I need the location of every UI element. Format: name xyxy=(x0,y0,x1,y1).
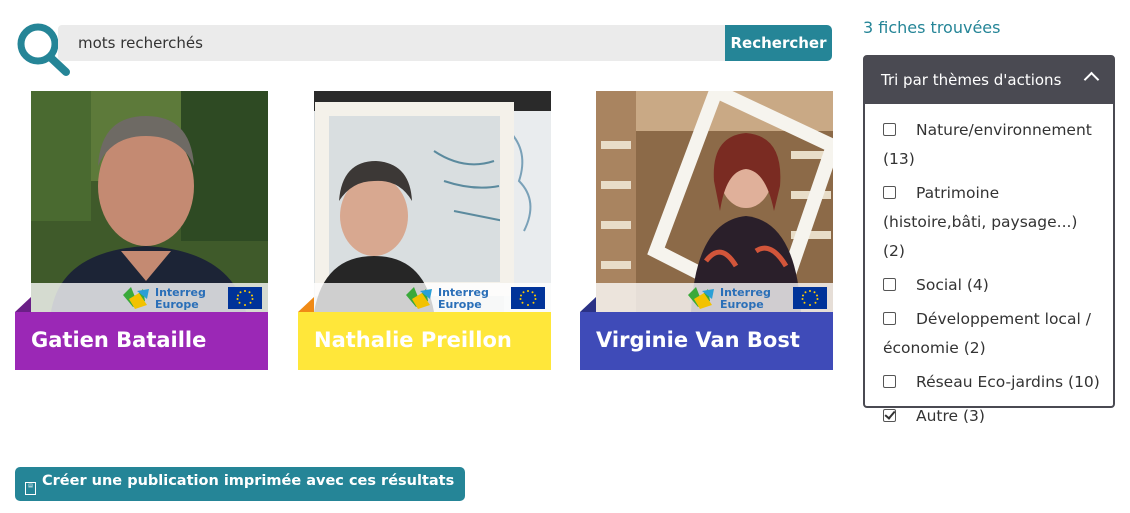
interreg-logo-text-2: Europe xyxy=(720,298,764,310)
search-input[interactable] xyxy=(58,25,740,61)
checkbox-icon[interactable] xyxy=(883,123,896,136)
eu-flag-icon xyxy=(228,287,262,309)
logo-strip: Interreg Europe xyxy=(31,283,268,312)
filter-item[interactable]: Développement local / économie (2) xyxy=(883,305,1103,363)
checkbox-checked-icon[interactable] xyxy=(883,409,896,422)
card-name[interactable]: Gatien Bataille xyxy=(15,312,268,370)
checkbox-icon[interactable] xyxy=(883,375,896,388)
filter-item[interactable]: Nature/environnement (13) xyxy=(883,116,1103,174)
create-print-publication-button[interactable]: ▤ Créer une publication imprimée avec ces… xyxy=(15,467,466,501)
interreg-logo-text-2: Europe xyxy=(438,298,482,310)
interreg-logo-text-2: Europe xyxy=(155,298,199,310)
eu-flag-icon xyxy=(511,287,545,309)
theme-filter-panel: Tri par thèmes d'actions Nature/environn… xyxy=(863,55,1115,425)
filter-item-label: Social (4) xyxy=(916,276,989,294)
logo-strip: Interreg Europe xyxy=(596,283,833,312)
chevron-up-icon[interactable] xyxy=(1083,71,1100,88)
search-bar: Rechercher xyxy=(14,20,832,76)
interreg-logo: Interreg Europe xyxy=(688,286,771,310)
person-card[interactable]: Interreg Europe Virginie Van Bost xyxy=(580,91,833,370)
search-field-wrapper xyxy=(58,25,740,61)
person-photo: Interreg Europe xyxy=(596,91,833,312)
filter-item[interactable]: Réseau Eco-jardins (10) xyxy=(883,368,1103,397)
person-card[interactable]: Interreg Europe Nathalie Preillon xyxy=(298,91,551,370)
filter-item-label: Autre (3) xyxy=(916,407,985,425)
interreg-logo: Interreg Europe xyxy=(123,286,206,310)
checkbox-icon[interactable] xyxy=(883,186,896,199)
person-photo: Interreg Europe xyxy=(31,91,268,312)
filter-title: Tri par thèmes d'actions xyxy=(881,71,1062,89)
interreg-logo: Interreg Europe xyxy=(406,286,489,310)
card-name[interactable]: Virginie Van Bost xyxy=(580,312,833,370)
card-fold xyxy=(298,297,314,312)
filter-item-label: Réseau Eco-jardins (10) xyxy=(916,373,1100,391)
checkbox-icon[interactable] xyxy=(883,312,896,325)
filter-list: Nature/environnement (13) Patrimoine (hi… xyxy=(865,104,1113,431)
logo-strip: Interreg Europe xyxy=(314,283,551,312)
filter-item[interactable]: Autre (3) xyxy=(883,402,1103,431)
checkbox-icon[interactable] xyxy=(883,278,896,291)
card-name[interactable]: Nathalie Preillon xyxy=(298,312,551,370)
person-photo: Interreg Europe xyxy=(314,91,551,312)
filter-header[interactable]: Tri par thèmes d'actions xyxy=(865,57,1113,104)
print-button-label: Créer une publication imprimée avec ces … xyxy=(42,473,455,489)
filter-item-label: Développement local / économie (2) xyxy=(883,310,1091,357)
filter-item-label: Patrimoine (histoire,bâti, paysage...) (… xyxy=(883,184,1078,260)
card-fold xyxy=(15,297,31,312)
filter-item[interactable]: Social (4) xyxy=(883,271,1103,300)
filter-item-label: Nature/environnement (13) xyxy=(883,121,1092,168)
card-fold xyxy=(580,297,596,312)
filter-item[interactable]: Patrimoine (histoire,bâti, paysage...) (… xyxy=(883,179,1103,266)
print-icon: ▤ xyxy=(25,482,36,495)
person-card[interactable]: Interreg Europe Gatien Bataille xyxy=(15,91,268,370)
results-count: 3 fiches trouvées xyxy=(863,18,1001,37)
search-button[interactable]: Rechercher xyxy=(725,25,832,61)
eu-flag-icon xyxy=(793,287,827,309)
